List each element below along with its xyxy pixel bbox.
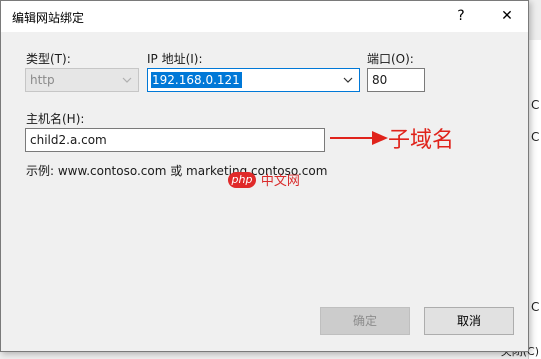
background-text-fragment: C	[531, 300, 540, 314]
host-name-input[interactable]: child2.a.com	[25, 128, 325, 152]
port-value: 80	[372, 73, 388, 87]
host-name-label: 主机名(H):	[26, 112, 85, 126]
dialog-title: 编辑网站绑定	[12, 11, 85, 25]
ip-address-value: 192.168.0.121	[151, 72, 242, 88]
port-label: 端口(O):	[367, 52, 414, 66]
host-name-value: child2.a.com	[30, 133, 107, 147]
type-label: 类型(T):	[26, 52, 71, 66]
port-input[interactable]: 80	[367, 68, 425, 92]
close-button[interactable]: ✕	[486, 1, 528, 32]
watermark: php 中文网	[228, 170, 300, 189]
chevron-down-icon	[122, 72, 132, 91]
chevron-down-icon[interactable]	[343, 72, 353, 91]
watermark-logo-icon: php	[228, 171, 256, 188]
ip-address-select[interactable]: 192.168.0.121	[147, 68, 360, 92]
watermark-text: 中文网	[260, 174, 300, 189]
cancel-button[interactable]: 取消	[424, 307, 514, 335]
type-select: http	[25, 68, 139, 92]
title-bar[interactable]: 编辑网站绑定 ? ✕	[1, 1, 528, 32]
background-text-fragment: C	[531, 130, 540, 144]
background-text-fragment: C	[531, 98, 540, 112]
help-button[interactable]: ?	[440, 1, 482, 32]
ip-address-label: IP 地址(I):	[147, 52, 203, 66]
ok-button[interactable]: 确定	[320, 307, 410, 335]
annotation-arrow-icon	[330, 125, 390, 149]
subdomain-annotation: 子域名	[388, 128, 455, 153]
type-value: http	[30, 73, 55, 87]
